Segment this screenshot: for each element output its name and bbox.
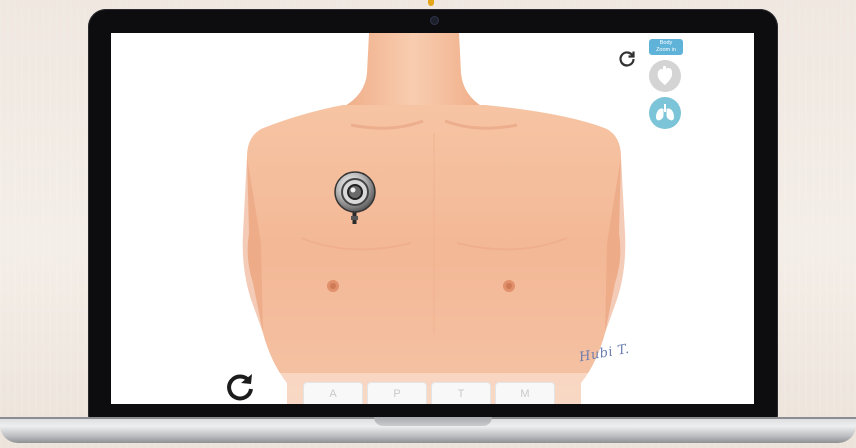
heart-icon (657, 66, 673, 85)
lungs-icon (656, 104, 674, 121)
auscultation-tabs: A P T M (303, 382, 555, 404)
laptop-opening-notch (374, 417, 492, 426)
tab-m[interactable]: M (495, 382, 555, 404)
lung-sounds-button[interactable] (649, 97, 681, 129)
heart-sounds-button[interactable] (649, 60, 681, 92)
indicator-light (428, 0, 434, 6)
refresh-icon[interactable] (223, 371, 257, 404)
webcam (431, 17, 438, 24)
zoom-label-line2: Zoom in (656, 46, 676, 53)
rotate-icon[interactable] (617, 49, 637, 69)
tab-p[interactable]: P (367, 382, 427, 404)
tab-t[interactable]: T (431, 382, 491, 404)
app-screen: Hubi T. Body Zoom in A P T M (111, 33, 754, 404)
body-zoom-button[interactable]: Body Zoom in (649, 39, 683, 55)
tab-a[interactable]: A (303, 382, 363, 404)
laptop-frame: Hubi T. Body Zoom in A P T M (0, 0, 856, 448)
stethoscope-icon[interactable] (333, 170, 377, 226)
